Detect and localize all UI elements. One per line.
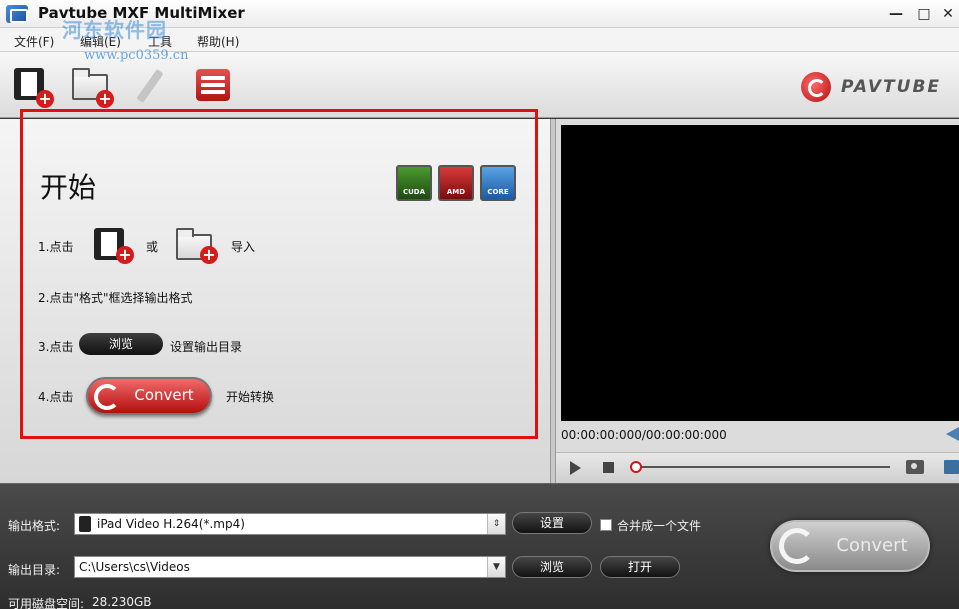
browse-button[interactable]: 浏览 xyxy=(512,556,592,578)
timecode: 00:00:00:000/00:00:00:000 xyxy=(561,428,727,442)
video-preview xyxy=(561,125,959,421)
step4-suffix: 开始转换 xyxy=(226,390,275,404)
close-button[interactable]: ✕ xyxy=(938,4,958,24)
intel-core-badge: CORE xyxy=(480,165,516,201)
menu-file[interactable]: 文件(F) xyxy=(14,33,54,50)
watermark-text: 河东软件园 xyxy=(62,18,167,42)
watermark-url: www.pc0359.cn xyxy=(84,48,189,63)
brand-logo: PAVTUBE xyxy=(801,72,951,102)
output-dir-label: 输出目录: xyxy=(8,563,61,577)
app-icon xyxy=(6,5,28,23)
merge-checkbox[interactable] xyxy=(600,519,612,531)
step1-or: 或 xyxy=(146,240,159,254)
disk-space-label: 可用磁盘空间: xyxy=(8,597,85,609)
output-format-label: 输出格式: xyxy=(8,519,61,533)
amd-badge: AMD xyxy=(438,165,474,201)
plus-icon: + xyxy=(36,90,54,108)
settings-button[interactable]: 设置 xyxy=(512,512,592,534)
plus-icon: + xyxy=(96,90,114,108)
step3-label: 3.点击 xyxy=(38,340,74,354)
maximize-button[interactable]: □ xyxy=(914,4,934,24)
step2-label: 2.点击"格式"框选择输出格式 xyxy=(38,291,193,305)
pencil-icon xyxy=(136,68,164,104)
stop-icon[interactable] xyxy=(603,462,614,473)
chevron-down-icon: ▼ xyxy=(487,557,505,577)
seek-handle[interactable] xyxy=(630,461,642,473)
brand-logo-icon xyxy=(801,72,831,102)
convert-label: Convert xyxy=(836,535,908,556)
plus-icon: + xyxy=(200,246,218,264)
step4-convert-label: Convert xyxy=(134,386,194,404)
step1-label: 1.点击 xyxy=(38,240,74,254)
merge-label: 合并成一个文件 xyxy=(617,519,702,533)
output-format-select[interactable]: iPad Video H.264(*.mp4) ⇕ xyxy=(74,513,506,535)
list-icon xyxy=(196,69,230,101)
plus-icon: + xyxy=(116,246,134,264)
output-format-value: iPad Video H.264(*.mp4) xyxy=(97,517,245,531)
convert-icon xyxy=(94,384,120,410)
convert-icon xyxy=(779,528,815,564)
output-dir-value: C:\Users\cs\Videos xyxy=(79,560,190,574)
task-list-button[interactable] xyxy=(196,66,236,106)
output-dir-field[interactable]: C:\Users\cs\Videos ▼ xyxy=(74,556,506,578)
step3-suffix: 设置输出目录 xyxy=(170,340,243,354)
play-icon[interactable] xyxy=(570,461,581,475)
step1-add-folder-button[interactable]: + xyxy=(176,226,218,264)
step4-label: 4.点击 xyxy=(38,390,74,404)
step1-add-video-button[interactable]: + xyxy=(92,226,134,264)
ipad-icon xyxy=(79,516,91,532)
add-folder-button[interactable]: + xyxy=(72,66,114,108)
seek-track[interactable] xyxy=(634,466,890,468)
step1-suffix: 导入 xyxy=(231,240,256,254)
updown-arrow-icon: ⇕ xyxy=(487,514,505,534)
edit-button[interactable] xyxy=(136,66,180,106)
step3-browse-button[interactable]: 浏览 xyxy=(79,333,163,355)
cuda-badge: CUDA xyxy=(396,165,432,201)
step4-convert-button[interactable]: Convert xyxy=(86,377,212,415)
disk-space-value: 28.230GB xyxy=(92,595,152,609)
menu-help[interactable]: 帮助(H) xyxy=(197,33,239,50)
convert-button[interactable]: Convert xyxy=(770,520,930,572)
open-button[interactable]: 打开 xyxy=(600,556,680,578)
snapshot-icon[interactable] xyxy=(906,460,924,474)
minimize-button[interactable]: — xyxy=(886,4,906,24)
brand-name: PAVTUBE xyxy=(841,77,942,97)
getting-started-title: 开始 xyxy=(40,171,97,204)
open-snapshot-folder-icon[interactable] xyxy=(944,460,959,474)
add-video-button[interactable]: + xyxy=(12,66,54,108)
